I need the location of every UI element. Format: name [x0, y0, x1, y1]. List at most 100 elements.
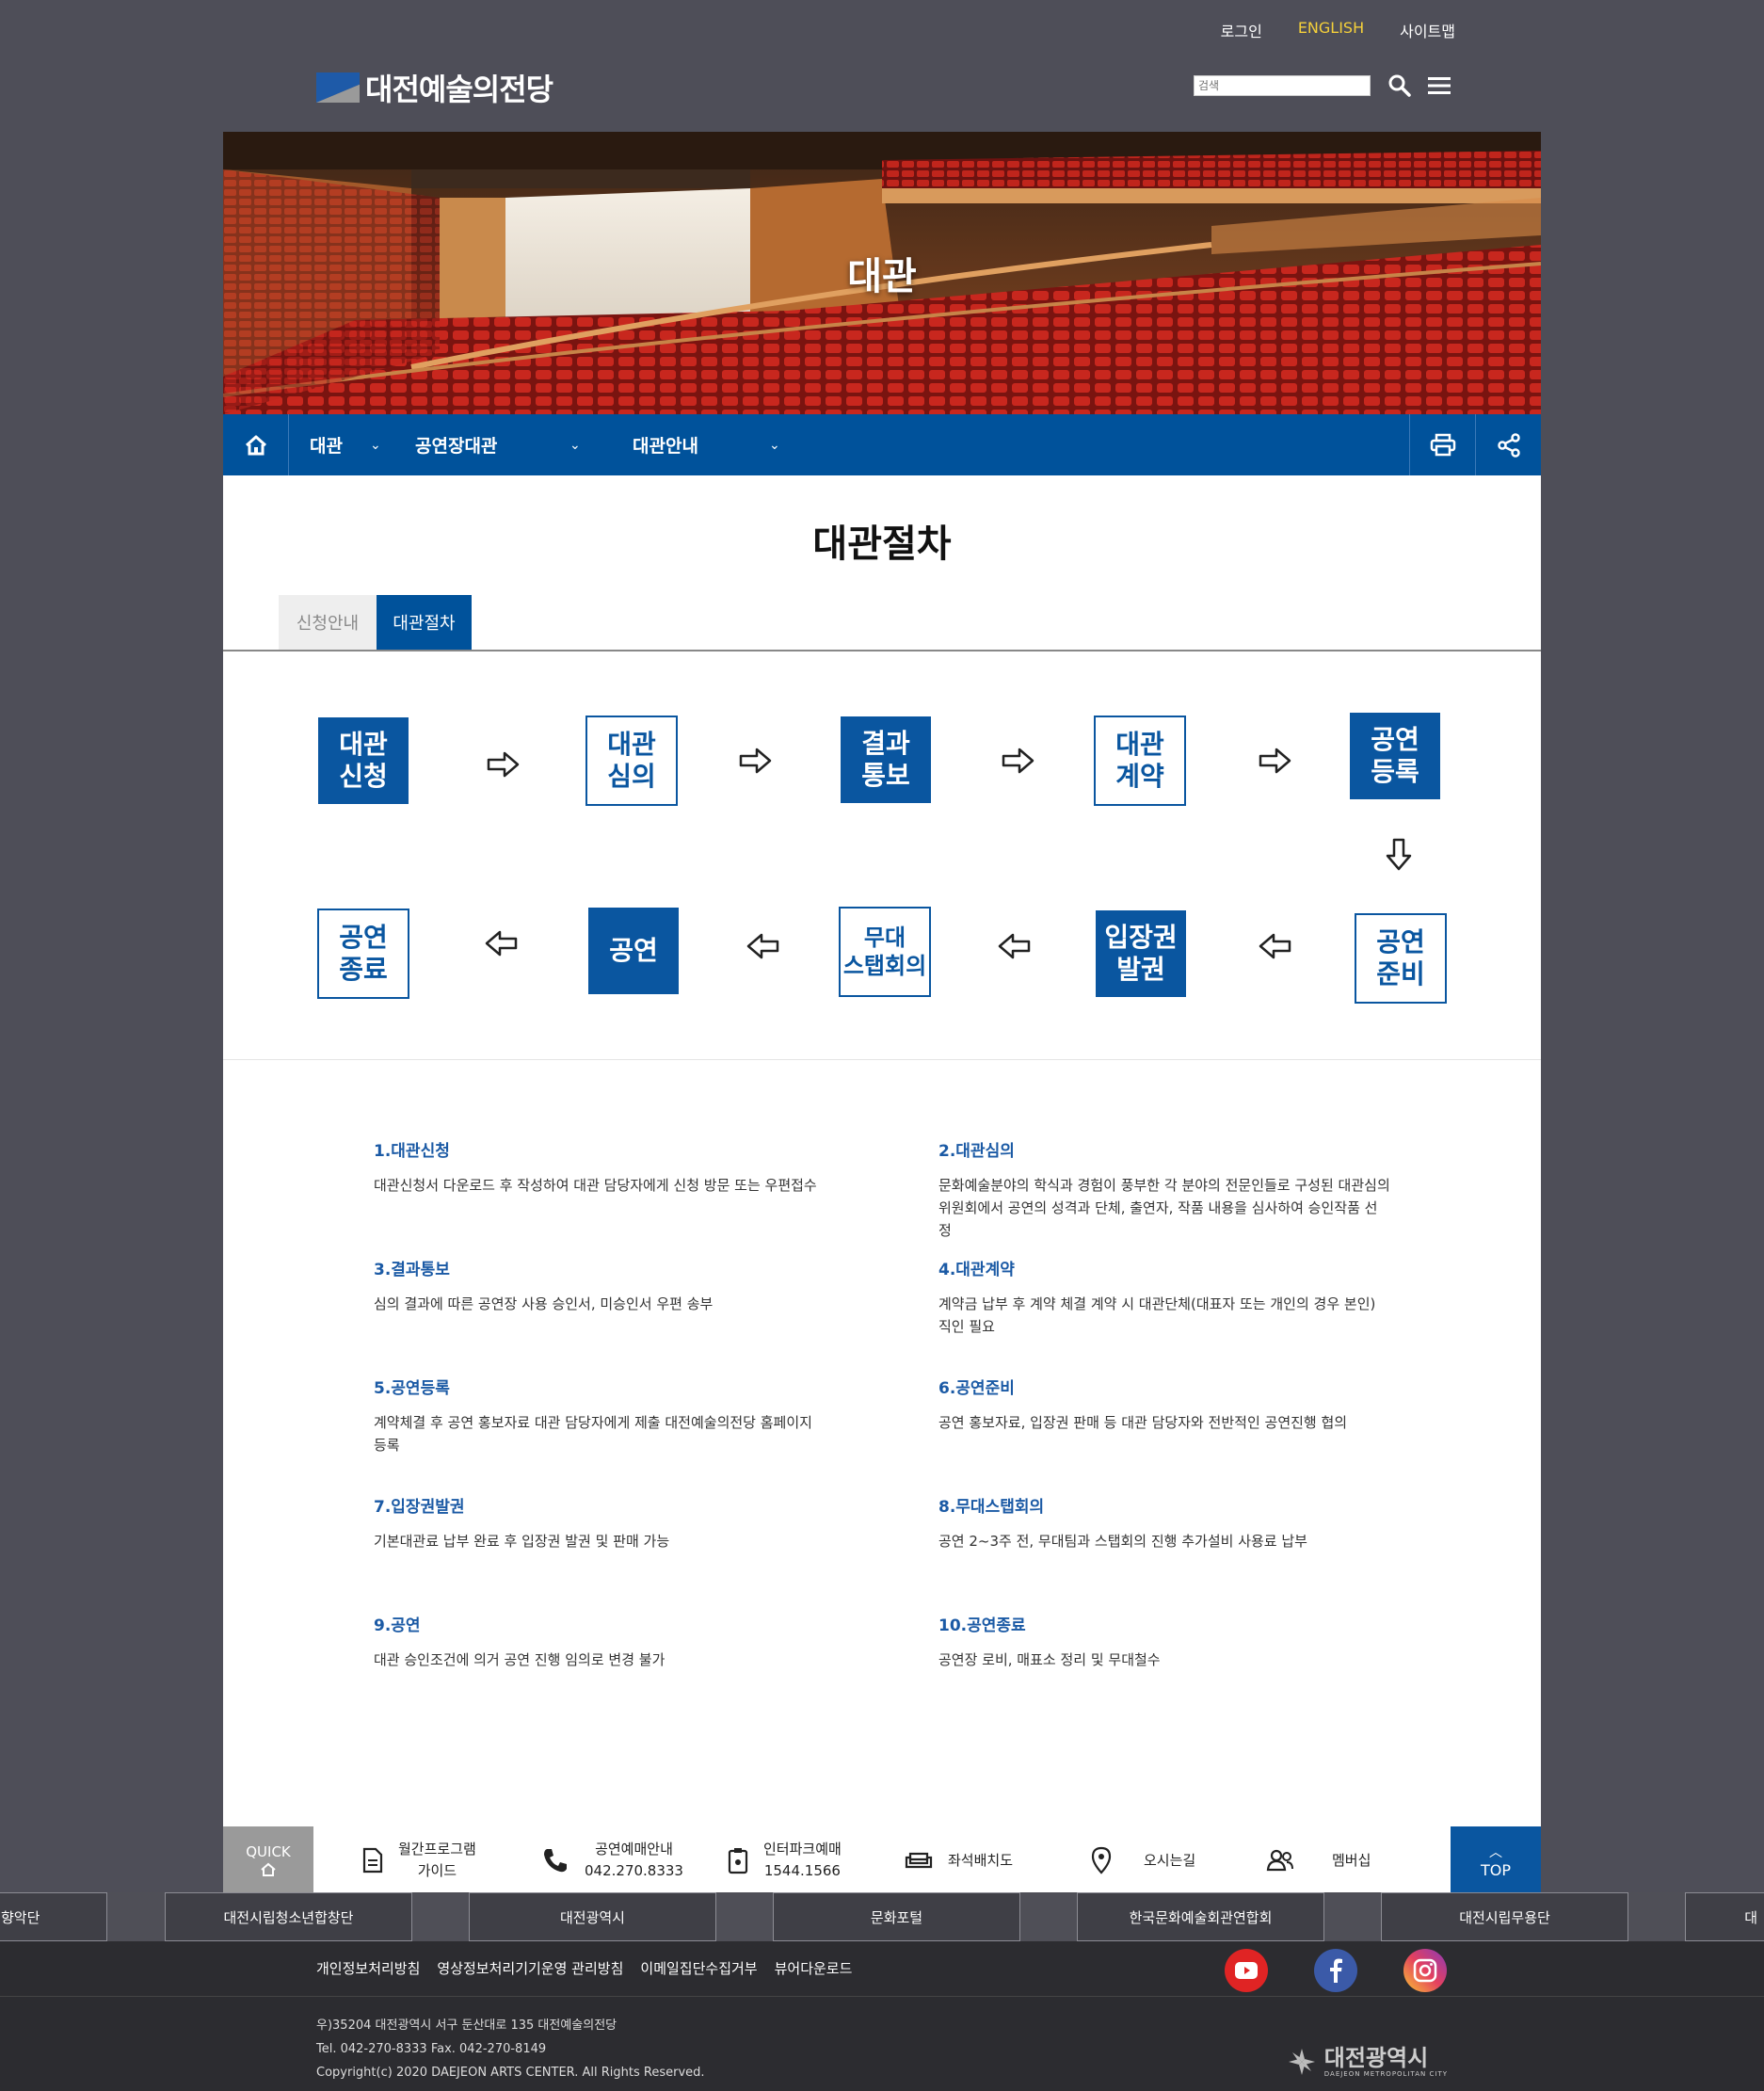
share-icon — [1497, 432, 1520, 458]
quick-directions[interactable]: 오시는길 — [1091, 1826, 1195, 1894]
tab-divider — [223, 650, 1541, 651]
flow-step-7: 입장권 발권 — [1096, 910, 1186, 997]
city-logo-subtext: DAEJEON METROPOLITAN CITY — [1323, 2070, 1448, 2078]
print-button[interactable] — [1409, 414, 1475, 475]
main-content: 대관절차 신청안내 대관절차 대관 신청 대관 심의 결과 통보 대관 계약 공연 등록 … — [223, 475, 1541, 1826]
flow-step-8: 무대 스탭회의 — [839, 907, 931, 997]
family-site-link[interactable]: 문화포털 — [773, 1892, 1020, 1941]
step-title: 1.대관신청 — [374, 1142, 450, 1161]
email-refusal-link[interactable]: 이메일집단수집거부 — [640, 1958, 757, 1978]
step-title: 4.대관계약 — [938, 1261, 1015, 1279]
logo-mark-icon — [316, 72, 360, 103]
facebook-icon[interactable] — [1314, 1949, 1357, 1992]
hero-banner: 대관 — [223, 132, 1541, 414]
search-input[interactable] — [1194, 75, 1371, 96]
cctv-policy-link[interactable]: 영상정보처리기기운영 관리방침 — [437, 1958, 623, 1978]
top-links: 로그인 ENGLISH 사이트맵 — [1221, 19, 1455, 41]
chevron-down-icon[interactable]: ⌄ — [769, 414, 780, 475]
home-icon — [245, 435, 266, 455]
flow-step-10: 공연 종료 — [317, 909, 409, 999]
arrow-right-icon — [1259, 748, 1291, 774]
quick-seating-chart[interactable]: 좌석배치도 — [905, 1826, 1013, 1894]
page-title: 대관절차 — [812, 523, 952, 566]
step-description: 심의 결과에 따른 공연장 사용 승인서, 미승인서 우편 송부 — [374, 1295, 714, 1312]
arrow-left-icon — [485, 930, 518, 957]
step-description: 기본대관료 납부 완료 후 입장권 발권 및 판매 가능 — [374, 1533, 670, 1550]
step-title: 3.결과통보 — [374, 1261, 450, 1279]
arrow-right-icon — [739, 748, 772, 774]
flow-step-9: 공연 — [588, 908, 679, 994]
quick-monthly-guide[interactable]: 월간프로그램 가이드 — [362, 1826, 476, 1894]
nav-item-rental-guide[interactable]: 대관안내 — [633, 414, 698, 475]
family-site-link[interactable]: 대전시립무용단 — [1381, 1892, 1628, 1941]
scroll-top-button[interactable]: ︿ TOP — [1451, 1826, 1541, 1894]
home-icon — [261, 1862, 276, 1876]
quick-membership[interactable]: 멤버십 — [1266, 1826, 1371, 1894]
flow-step-2: 대관 심의 — [585, 716, 678, 806]
family-site-link[interactable]: 향악단 — [0, 1892, 107, 1941]
english-link[interactable]: ENGLISH — [1298, 19, 1364, 41]
footer-copyright: Copyright(c) 2020 DAEJEON ARTS CENTER. A… — [316, 2066, 705, 2080]
step-title: 8.무대스탭회의 — [938, 1498, 1045, 1517]
footer-tel: Tel. 042-270-8333 Fax. 042-270-8149 — [316, 2042, 547, 2056]
step-description: 계약체결 후 공연 홍보자료 대관 담당자에게 제출 대전예술의전당 홈페이지 … — [374, 1414, 812, 1454]
step-title: 5.공연등록 — [374, 1379, 450, 1398]
family-sites-bar: 향악단 대전시립청소년합창단 대전광역시 문화포털 한국문화예술회관연합회 대전… — [0, 1892, 1764, 1941]
tab-application-guide[interactable]: 신청안내 — [279, 595, 377, 650]
chevron-up-icon: ︿ — [1489, 1844, 1502, 1860]
login-link[interactable]: 로그인 — [1221, 19, 1262, 41]
section-divider — [223, 1059, 1541, 1060]
flow-step-4: 대관 계약 — [1094, 716, 1186, 806]
printer-icon — [1430, 433, 1455, 456]
instagram-icon[interactable] — [1403, 1949, 1447, 1992]
step-description: 대관신청서 다운로드 후 작성하여 대관 담당자에게 신청 방문 또는 우편접수 — [374, 1177, 817, 1194]
city-logo-text: 대전광역시 — [1323, 2045, 1429, 2071]
tab-rental-procedure[interactable]: 대관절차 — [377, 595, 472, 650]
footer-links-row: 개인정보처리방침 영상정보처리기기운영 관리방침 이메일집단수집거부 뷰어다운로… — [0, 1941, 1764, 1996]
family-site-link[interactable]: 대전광역시 — [469, 1892, 716, 1941]
step-title: 10.공연종료 — [938, 1617, 1026, 1635]
logo-text: 대전예술의전당 — [365, 72, 553, 107]
search-icon[interactable] — [1387, 73, 1412, 98]
menu-icon[interactable] — [1427, 75, 1451, 96]
step-title: 6.공연준비 — [938, 1379, 1015, 1398]
chevron-down-icon[interactable]: ⌄ — [370, 414, 381, 475]
privacy-policy-link[interactable]: 개인정보처리방침 — [316, 1958, 420, 1978]
step-title: 7.입장권발권 — [374, 1498, 465, 1517]
step-description: 공연 2~3주 전, 무대팀과 스탭회의 진행 추가설비 사용료 납부 — [938, 1533, 1307, 1550]
footer-address-block: 우)35204 대전광역시 서구 둔산대로 135 대전예술의전당 Tel. 0… — [316, 2014, 705, 2084]
family-site-link[interactable]: 대전시립청소년합창단 — [165, 1892, 412, 1941]
sitemap-link[interactable]: 사이트맵 — [1400, 19, 1455, 41]
arrow-right-icon — [1002, 748, 1034, 774]
home-button[interactable] — [223, 414, 289, 475]
site-logo[interactable]: 대전예술의전당 — [316, 66, 553, 109]
step-description: 공연장 로비, 매표소 정리 및 무대철수 — [938, 1651, 1161, 1668]
ticket-icon — [728, 1848, 748, 1874]
quick-menu-label[interactable]: QUICK — [223, 1826, 313, 1894]
nav-item-rental[interactable]: 대관 — [310, 414, 343, 475]
chevron-down-icon[interactable]: ⌄ — [569, 414, 581, 475]
share-button[interactable] — [1475, 414, 1541, 475]
phone-icon — [544, 1849, 567, 1873]
quick-menu-bar: QUICK 월간프로그램 가이드 공연예매안내 042.270.8333 인터파크예… — [223, 1826, 1541, 1894]
arrow-right-icon — [487, 751, 520, 778]
viewer-download-link[interactable]: 뷰어다운로드 — [775, 1958, 853, 1978]
family-site-link[interactable]: 한국문화예술회관연합회 — [1077, 1892, 1324, 1941]
step-description: 공연 홍보자료, 입장권 판매 등 대관 담당자와 전반적인 공연진행 협의 — [938, 1414, 1348, 1431]
daejeon-city-logo[interactable]: 대전광역시 DAEJEON METROPOLITAN CITY — [1287, 2046, 1448, 2078]
youtube-icon[interactable] — [1225, 1949, 1268, 1992]
arrow-left-icon — [1259, 933, 1291, 959]
quick-ticket-info[interactable]: 공연예매안내 042.270.8333 — [541, 1826, 683, 1894]
flow-step-3: 결과 통보 — [841, 716, 931, 803]
arrow-down-icon — [1386, 838, 1412, 871]
family-site-link[interactable]: 대 — [1685, 1892, 1764, 1941]
footer-address: 우)35204 대전광역시 서구 둔산대로 135 대전예술의전당 — [316, 2019, 617, 2033]
arrow-left-icon — [998, 933, 1031, 959]
step-description: 문화예술분야의 학식과 경험이 풍부한 각 분야의 전문인들로 구성된 대관심의… — [938, 1177, 1390, 1239]
step-description: 계약금 납부 후 계약 체결 계약 시 대관단체(대표자 또는 개인의 경우 본… — [938, 1295, 1376, 1335]
nav-item-venue-rental[interactable]: 공연장대관 — [415, 414, 497, 475]
location-icon — [1091, 1846, 1112, 1874]
quick-interpark[interactable]: 인터파크예매 1544.1566 — [728, 1826, 842, 1894]
step-title: 9.공연 — [374, 1617, 421, 1635]
arrow-left-icon — [746, 933, 779, 959]
